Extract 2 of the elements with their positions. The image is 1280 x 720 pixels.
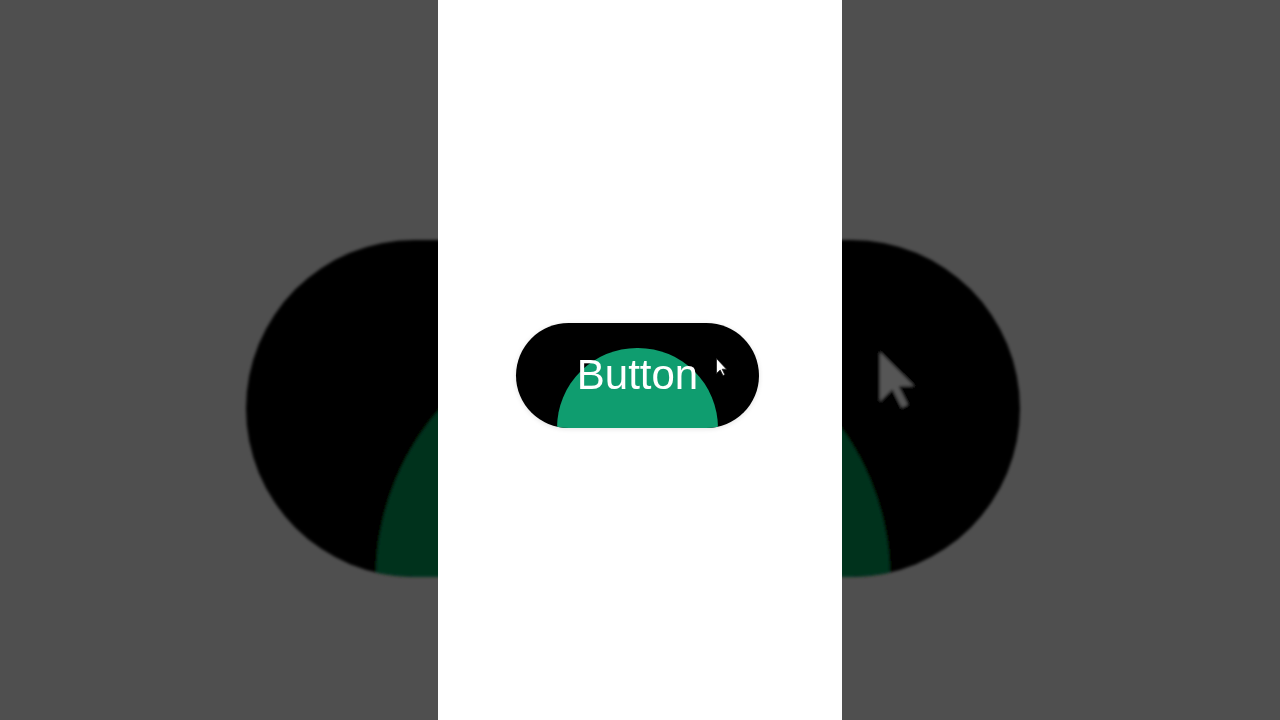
button[interactable]: Button bbox=[516, 323, 759, 428]
mouse-pointer-icon bbox=[716, 358, 727, 376]
